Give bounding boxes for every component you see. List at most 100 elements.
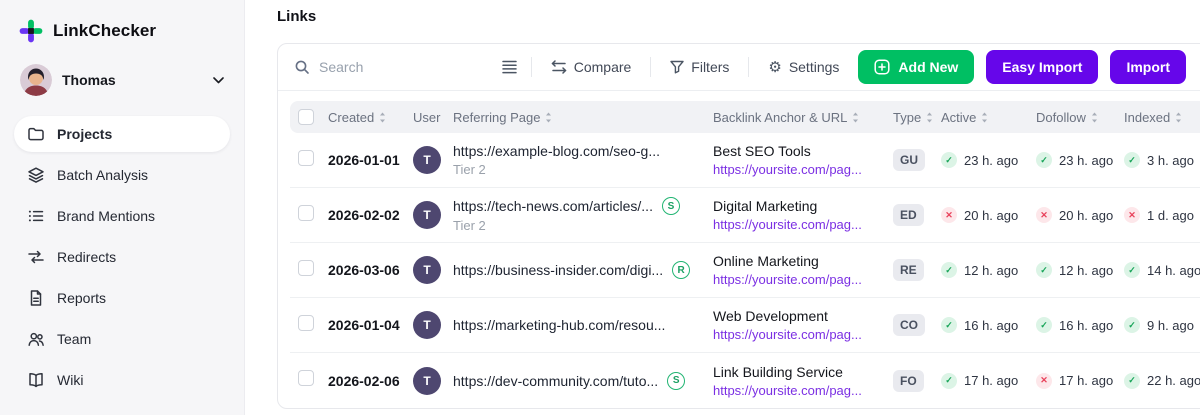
column-label: Backlink Anchor & URL (713, 109, 848, 125)
indexed-time: 9 h. ago (1147, 317, 1194, 333)
divider (748, 57, 750, 77)
referring-page-link[interactable]: https://business-insider.com/digi... (453, 262, 663, 278)
add-new-button[interactable]: Add New (858, 50, 975, 84)
sidebar-item-brand-mentions[interactable]: Brand Mentions (14, 198, 230, 234)
referring-page-link[interactable]: https://dev-community.com/tuto... (453, 373, 658, 389)
logo-plus-icon (19, 19, 43, 43)
table-body: 2026-01-01 T https://example-blog.com/se… (290, 133, 1200, 408)
active-status-icon: ✓ (941, 317, 957, 333)
user-avatar: T (413, 366, 441, 395)
column-label: Active (941, 109, 977, 125)
sidebar-nav: Projects Batch Analysis Brand Mentions R… (14, 116, 230, 398)
plus-square-icon (874, 59, 890, 75)
layers-icon (27, 166, 45, 184)
table-row: 2026-01-01 T https://example-blog.com/se… (290, 133, 1200, 188)
sort-icon (1176, 112, 1182, 122)
type-badge: GU (893, 149, 925, 171)
user-avatar: T (413, 146, 441, 174)
book-icon (27, 371, 45, 389)
anchor-text: Link Building Service (713, 363, 843, 380)
indexed-cell: ✓ 14 h. ago (1124, 262, 1200, 278)
anchor-text: Online Marketing (713, 253, 819, 269)
column-label: User (413, 109, 441, 125)
dofollow-status-icon: ✕ (1036, 372, 1052, 389)
sidebar-item-projects[interactable]: Projects (14, 116, 230, 152)
sort-icon (1091, 112, 1097, 122)
column-header-anchor-url[interactable]: Backlink Anchor & URL (713, 110, 893, 125)
status-letter-badge: R (672, 261, 691, 279)
settings-button[interactable]: ⚙ Settings (759, 59, 848, 75)
status-letter-badge: S (661, 197, 680, 215)
user-avatar: T (413, 201, 441, 229)
sort-icon (546, 112, 552, 122)
backlink-url-link[interactable]: https://yoursite.com/pag... (713, 383, 893, 398)
referring-page-link[interactable]: https://tech-news.com/articles/... (453, 198, 653, 214)
menu-lines-icon[interactable] (498, 56, 521, 78)
backlink-url-link[interactable]: https://yoursite.com/pag... (713, 162, 893, 177)
column-header-referring-page[interactable]: Referring Page (453, 110, 713, 125)
row-checkbox[interactable] (298, 314, 314, 331)
column-label: Referring Page (453, 109, 541, 125)
sidebar-item-redirects[interactable]: Redirects (14, 239, 230, 275)
sidebar-item-label: Projects (57, 126, 113, 142)
active-cell: ✕ 20 h. ago (941, 207, 1036, 223)
table-row: 2026-01-04 T https://marketing-hub.com/r… (290, 298, 1200, 353)
page-title: Links (277, 8, 317, 25)
row-checkbox[interactable] (298, 149, 314, 166)
user-menu[interactable]: Thomas (14, 60, 230, 116)
referring-page-cell: https://tech-news.com/articles/... S Tie… (453, 197, 713, 233)
column-header-active[interactable]: Active (941, 110, 1036, 125)
indexed-status-icon: ✓ (1124, 152, 1140, 168)
row-checkbox[interactable] (298, 204, 314, 221)
filter-funnel-icon (670, 60, 684, 74)
active-time: 12 h. ago (964, 262, 1019, 278)
main-content: Links Compare Filters ⚙ (245, 0, 1200, 415)
type-badge: CO (893, 314, 925, 336)
row-checkbox[interactable] (298, 370, 314, 386)
search-input[interactable] (319, 59, 459, 75)
search-box[interactable] (294, 59, 466, 75)
active-cell: ✓ 23 h. ago (941, 152, 1036, 168)
column-header-indexed[interactable]: Indexed (1124, 110, 1200, 125)
user-avatar: T (413, 311, 441, 339)
active-status-icon: ✓ (941, 152, 957, 168)
sidebar-item-wiki[interactable]: Wiki (14, 362, 230, 398)
column-header-created[interactable]: Created (328, 110, 413, 125)
active-cell: ✓ 17 h. ago (941, 372, 1036, 389)
backlink-url-link[interactable]: https://yoursite.com/pag... (713, 327, 893, 342)
column-header-type[interactable]: Type (893, 110, 941, 125)
dofollow-time: 16 h. ago (1059, 317, 1114, 333)
divider (650, 57, 652, 77)
column-header-dofollow[interactable]: Dofollow (1036, 110, 1124, 125)
sidebar-item-reports[interactable]: Reports (14, 280, 230, 316)
referring-page-link[interactable]: https://marketing-hub.com/resou... (453, 317, 665, 333)
anchor-cell: Online Marketing https://yoursite.com/pa… (713, 253, 893, 287)
filters-button[interactable]: Filters (661, 59, 738, 75)
dofollow-status-icon: ✕ (1036, 207, 1052, 223)
column-label: Indexed (1124, 109, 1171, 125)
active-status-icon: ✕ (941, 207, 957, 223)
backlink-url-link[interactable]: https://yoursite.com/pag... (713, 217, 893, 232)
sidebar-item-batch-analysis[interactable]: Batch Analysis (14, 157, 230, 193)
select-all-checkbox[interactable] (298, 109, 314, 125)
row-checkbox[interactable] (298, 259, 314, 276)
indexed-status-icon: ✕ (1124, 207, 1140, 223)
sort-icon (853, 112, 859, 122)
created-date: 2026-02-02 (328, 207, 400, 223)
chevron-down-icon (213, 76, 224, 83)
people-icon (27, 330, 45, 348)
referring-page-cell: https://dev-community.com/tuto... S (453, 371, 713, 390)
sidebar-item-team[interactable]: Team (14, 321, 230, 357)
compare-button[interactable]: Compare (542, 59, 641, 75)
dofollow-status-icon: ✓ (1036, 262, 1052, 278)
status-letter-badge: S (667, 371, 686, 390)
referring-page-link[interactable]: https://example-blog.com/seo-g... (453, 143, 660, 159)
app-logo: LinkChecker (14, 14, 230, 60)
easy-import-button[interactable]: Easy Import (986, 50, 1099, 84)
indexed-cell: ✓ 22 h. ago (1124, 372, 1200, 389)
sort-icon (380, 112, 386, 122)
import-button[interactable]: Import (1110, 50, 1186, 84)
indexed-time: 22 h. ago (1147, 373, 1200, 388)
backlink-url-link[interactable]: https://yoursite.com/pag... (713, 272, 893, 287)
dofollow-time: 20 h. ago (1059, 207, 1114, 223)
